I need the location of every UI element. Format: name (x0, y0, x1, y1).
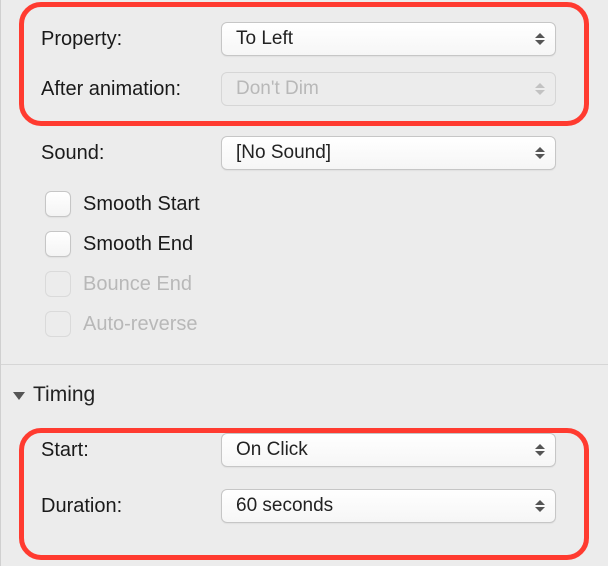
start-row: Start: On Click (1, 425, 608, 475)
property-select-value: To Left (236, 28, 293, 50)
smooth-start-row: Smooth Start (1, 184, 608, 224)
smooth-end-row: Smooth End (1, 224, 608, 264)
after-animation-select: Don't Dim (221, 72, 556, 106)
auto-reverse-label: Auto-reverse (83, 313, 198, 336)
property-select[interactable]: To Left (221, 22, 556, 56)
after-animation-row: After animation: Don't Dim (1, 64, 608, 114)
bounce-end-label: Bounce End (83, 273, 192, 296)
bounce-end-row: Bounce End (1, 264, 608, 304)
sound-select[interactable]: [No Sound] (221, 136, 556, 170)
animation-options-panel: Property: To Left After animation: Don't… (0, 0, 608, 566)
updown-icon (533, 143, 547, 163)
smooth-start-checkbox[interactable] (45, 191, 71, 217)
property-label: Property: (1, 28, 221, 51)
smooth-start-label: Smooth Start (83, 193, 200, 216)
updown-icon (533, 29, 547, 49)
duration-select[interactable]: 60 seconds (221, 489, 556, 523)
start-label: Start: (1, 439, 221, 462)
duration-label: Duration: (1, 495, 221, 518)
bounce-end-checkbox (45, 271, 71, 297)
timing-header[interactable]: Timing (1, 364, 608, 425)
duration-select-value: 60 seconds (236, 495, 333, 517)
smooth-end-checkbox[interactable] (45, 231, 71, 257)
updown-icon (533, 440, 547, 460)
duration-row: Duration: 60 seconds (1, 481, 608, 531)
property-row: Property: To Left (1, 14, 608, 64)
auto-reverse-row: Auto-reverse (1, 304, 608, 344)
start-select-value: On Click (236, 439, 308, 461)
start-select[interactable]: On Click (221, 433, 556, 467)
sound-row: Sound: [No Sound] (1, 128, 608, 178)
chevron-down-icon (13, 392, 25, 400)
sound-label: Sound: (1, 142, 221, 165)
timing-title: Timing (33, 383, 95, 407)
after-animation-label: After animation: (1, 78, 221, 101)
after-animation-select-value: Don't Dim (236, 78, 319, 100)
updown-icon (533, 496, 547, 516)
sound-select-value: [No Sound] (236, 142, 331, 164)
updown-icon (533, 79, 547, 99)
auto-reverse-checkbox (45, 311, 71, 337)
smooth-end-label: Smooth End (83, 233, 193, 256)
